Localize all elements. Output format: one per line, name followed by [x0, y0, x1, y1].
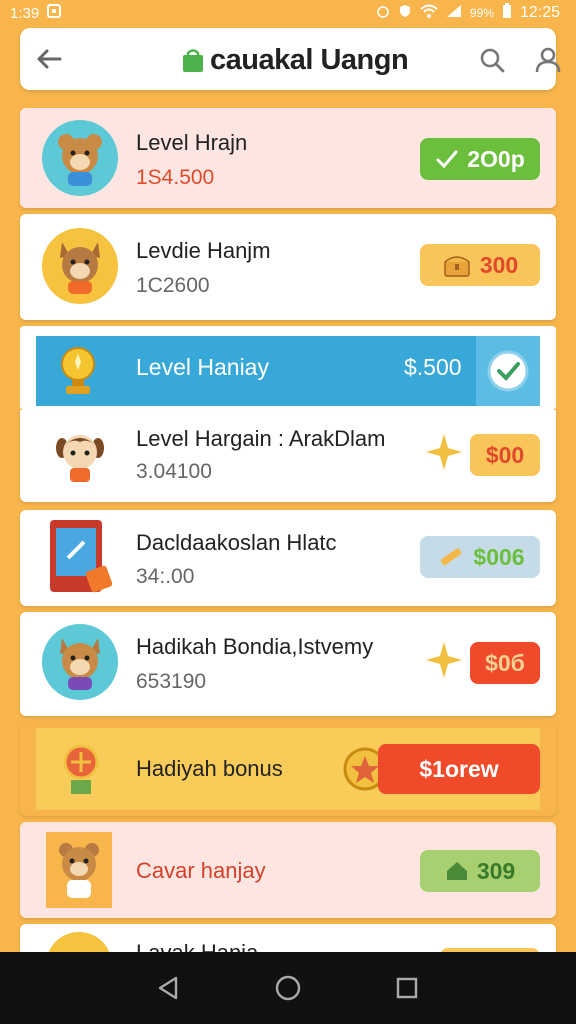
arrow-left-icon	[37, 49, 62, 69]
reward-button[interactable]: $0б	[470, 642, 540, 684]
check-circle-icon	[487, 350, 529, 392]
bonus-label: $1orew	[419, 755, 499, 782]
item-title: Hadikah Bondia,Istvemy	[136, 634, 374, 659]
nav-back-button[interactable]	[149, 968, 189, 1008]
item-value: 1C2600	[136, 274, 210, 297]
avatar	[42, 228, 118, 304]
battery-percent: 99%	[469, 6, 494, 20]
app-header: cauakal Uangn	[20, 28, 561, 90]
list-item[interactable]: Cavar hanjay 309	[20, 822, 556, 918]
app-title: cauakal Uangn	[182, 44, 409, 77]
search-button[interactable]	[472, 40, 512, 80]
shopping-bag-icon	[183, 48, 203, 72]
cat-avatar-icon	[60, 638, 100, 690]
banner-reward: $.500	[404, 354, 462, 380]
pencil-icon	[441, 548, 462, 566]
bonus-button[interactable]: $1orew	[378, 744, 540, 794]
avatar	[46, 832, 112, 908]
item-title: Level Hargain : ArakDlam	[136, 426, 386, 451]
gift-medal-icon	[56, 738, 106, 798]
check-badge[interactable]	[476, 336, 540, 406]
circle-home-icon	[275, 975, 301, 1001]
reward-button[interactable]: $00	[470, 434, 540, 476]
reward-label: 2О0р	[467, 145, 525, 172]
banner-bar	[36, 336, 540, 406]
profile-button[interactable]	[528, 40, 568, 80]
reward-label: 300	[479, 251, 519, 278]
sparkle-icon	[424, 640, 464, 680]
battery-icon	[502, 2, 512, 24]
nav-home-button[interactable]	[268, 968, 308, 1008]
nav-recents-button[interactable]	[387, 968, 427, 1008]
avatar	[46, 516, 113, 596]
notification-icon	[47, 3, 62, 23]
trophy-icon	[50, 342, 106, 398]
reward-button[interactable]: $006	[420, 536, 540, 578]
list-item[interactable]: Level Hargain : ArakDlam 3.04100 $00	[20, 410, 556, 502]
check-icon	[436, 150, 458, 169]
status-bar: 1:39 99% 12:25	[0, 0, 576, 26]
fox-avatar-icon	[60, 242, 100, 294]
reward-label: $006	[473, 543, 525, 570]
avatar	[42, 120, 118, 196]
bear-avatar-icon	[58, 134, 102, 186]
reward-label: $0б	[485, 649, 525, 676]
square-recents-icon	[396, 977, 417, 999]
item-value: 653190	[136, 670, 207, 693]
shield-icon	[398, 4, 412, 23]
list-item[interactable]: Dacldaakoslan Hlatc 34:.00 $006	[20, 510, 556, 606]
alarm-icon	[376, 4, 390, 23]
bear-avatar-icon	[59, 843, 99, 898]
item-title: Cavar hanjay	[136, 858, 266, 883]
treasure-chest-icon	[444, 256, 470, 277]
system-nav-bar	[0, 952, 576, 1024]
home-icon	[446, 862, 467, 880]
bonus-title: Hadiyah bonus	[136, 756, 283, 781]
reward-label: 309	[476, 857, 516, 884]
back-button[interactable]	[32, 42, 66, 76]
item-value: 34:.00	[136, 565, 195, 588]
signal-icon	[446, 4, 462, 23]
item-title: Levdie Hanjm	[136, 238, 271, 263]
search-icon	[480, 48, 505, 73]
item-title: Dacldaakoslan Hlatc	[136, 530, 337, 555]
tablet-icon	[50, 520, 113, 593]
wifi-icon	[420, 4, 438, 23]
bonus-banner[interactable]: Hadiyah bonus $1orew	[20, 722, 556, 816]
reward-label: $00	[485, 441, 525, 468]
status-time-left: 1:39	[10, 4, 40, 22]
reward-button[interactable]: 300	[420, 244, 540, 286]
list-item[interactable]: Level Hrajn 1S4.500 2О0р	[20, 108, 556, 208]
status-time-right: 12:25	[519, 4, 560, 21]
triangle-back-icon	[159, 976, 178, 1000]
item-value: 3.04100	[136, 460, 212, 483]
puppy-avatar-icon	[56, 435, 104, 482]
list-item[interactable]: Hadikah Bondia,Istvemy 653190 $0б	[20, 612, 556, 716]
avatar	[42, 418, 118, 494]
user-icon	[535, 47, 561, 73]
highlight-banner[interactable]: Level Haniay $.500	[20, 326, 556, 410]
list-item[interactable]: Levdie Hanjm 1C2600 300	[20, 214, 556, 320]
reward-button[interactable]: 2О0р	[420, 138, 540, 180]
sparkle-icon	[424, 432, 464, 472]
item-title: Level Hrajn	[136, 130, 248, 155]
banner-title: Level Haniay	[136, 354, 269, 380]
app-title-text: cauakal Uangn	[210, 44, 409, 76]
item-value: 1S4.500	[136, 166, 215, 189]
reward-button[interactable]: 309	[420, 850, 540, 892]
avatar	[42, 624, 118, 700]
